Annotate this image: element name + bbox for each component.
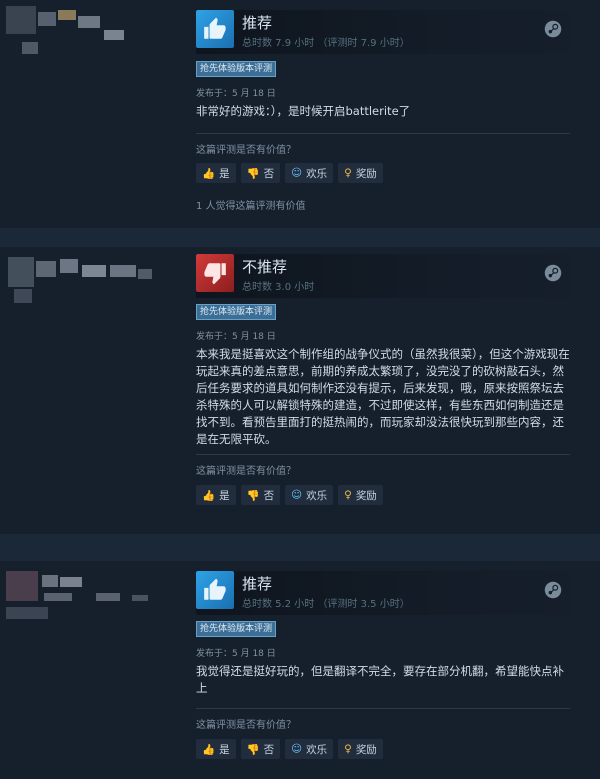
review-card-1: 推荐 总时数 7.9 小时 （评测时 7.9 小时） 抢先体验版本评测 发布于：…	[0, 0, 600, 228]
helpful-no-button[interactable]: 👎 否	[240, 485, 281, 505]
review-card-2: 不推荐 总时数 3.0 小时 抢先体验版本评测 发布于：5 月 18 日 本来我…	[0, 247, 600, 534]
vote-buttons: 👍 是 👎 否 ☺ 欢乐 ♀ 奖励	[196, 485, 383, 507]
helpful-no-button[interactable]: 👎 否	[240, 739, 281, 759]
helpful-yes-button[interactable]: 👍 是	[196, 485, 236, 505]
helpful-count: 1 人觉得这篇评测有价值	[196, 201, 306, 212]
avatar[interactable]	[8, 257, 34, 287]
steam-icon	[544, 264, 562, 282]
helpful-yes-button[interactable]: 👍 是	[196, 163, 236, 183]
divider	[196, 133, 570, 134]
thumbs-down-icon: 👎	[246, 489, 260, 502]
award-button[interactable]: ♀ 奖励	[338, 485, 383, 505]
thumbs-up-icon: 👍	[202, 167, 216, 180]
vote-buttons: 👍 是 👎 否 ☺ 欢乐 ♀ 奖励	[196, 739, 383, 761]
early-access-badge: 抢先体验版本评测	[196, 304, 277, 320]
funny-button[interactable]: ☺ 欢乐	[285, 485, 334, 505]
review-card-3: 推荐 总时数 5.2 小时 （评测时 3.5 小时） 抢先体验版本评测 发布于：…	[0, 561, 600, 779]
divider	[196, 708, 570, 709]
playtime: 总时数 3.0 小时	[242, 282, 315, 293]
award-icon: ♀	[344, 489, 352, 501]
smiley-icon: ☺	[291, 489, 303, 501]
helpful-question: 这篇评测是否有价值？	[196, 720, 296, 731]
helpful-yes-button[interactable]: 👍 是	[196, 739, 236, 759]
funny-button[interactable]: ☺ 欢乐	[285, 739, 334, 759]
posted-date: 发布于：5 月 18 日	[196, 649, 276, 659]
author-info	[0, 247, 190, 534]
vote-header[interactable]: 不推荐 总时数 3.0 小时	[196, 254, 570, 298]
divider	[196, 454, 570, 455]
posted-date: 发布于：5 月 18 日	[196, 332, 276, 342]
helpful-question: 这篇评测是否有价值？	[196, 145, 296, 156]
review-text: 我觉得还是挺好玩的，但是翻译不完全，要存在部分机翻，希望能快点补上	[196, 664, 564, 695]
thumbs-up-icon	[196, 10, 234, 48]
steam-icon	[544, 20, 562, 38]
award-icon: ♀	[344, 167, 352, 179]
author-info	[0, 561, 190, 779]
helpful-no-button[interactable]: 👎 否	[240, 163, 281, 183]
recommendation-label: 不推荐	[242, 258, 288, 276]
thumbs-down-icon	[196, 254, 234, 292]
recommendation-label: 推荐	[242, 575, 273, 593]
vote-buttons: 👍 是 👎 否 ☺ 欢乐 ♀ 奖励	[196, 163, 383, 185]
steam-icon	[544, 581, 562, 599]
thumbs-up-icon: 👍	[202, 489, 216, 502]
author-info	[0, 0, 190, 228]
smiley-icon: ☺	[291, 167, 303, 179]
recommendation-label: 推荐	[242, 14, 273, 32]
funny-button[interactable]: ☺ 欢乐	[285, 163, 334, 183]
vote-header[interactable]: 推荐 总时数 7.9 小时 （评测时 7.9 小时）	[196, 10, 570, 54]
helpful-question: 这篇评测是否有价值？	[196, 466, 296, 477]
early-access-badge: 抢先体验版本评测	[196, 61, 277, 77]
playtime: 总时数 7.9 小时 （评测时 7.9 小时）	[242, 38, 410, 49]
thumbs-up-icon	[196, 571, 234, 609]
vote-header[interactable]: 推荐 总时数 5.2 小时 （评测时 3.5 小时）	[196, 571, 570, 615]
avatar[interactable]	[6, 6, 36, 34]
review-text: 本来我是挺喜欢这个制作组的战争仪式的（虽然我很菜），但这个游戏现在玩起来真的差点…	[196, 347, 570, 446]
thumbs-down-icon: 👎	[246, 167, 260, 180]
thumbs-up-icon: 👍	[202, 743, 216, 756]
smiley-icon: ☺	[291, 743, 303, 755]
award-button[interactable]: ♀ 奖励	[338, 163, 383, 183]
review-text: 非常好的游戏：），是时候开启battlerite了	[196, 104, 411, 118]
award-icon: ♀	[344, 743, 352, 755]
early-access-badge: 抢先体验版本评测	[196, 621, 277, 637]
playtime: 总时数 5.2 小时 （评测时 3.5 小时）	[242, 599, 410, 610]
award-button[interactable]: ♀ 奖励	[338, 739, 383, 759]
avatar[interactable]	[6, 571, 38, 601]
thumbs-down-icon: 👎	[246, 743, 260, 756]
posted-date: 发布于：5 月 18 日	[196, 89, 276, 99]
